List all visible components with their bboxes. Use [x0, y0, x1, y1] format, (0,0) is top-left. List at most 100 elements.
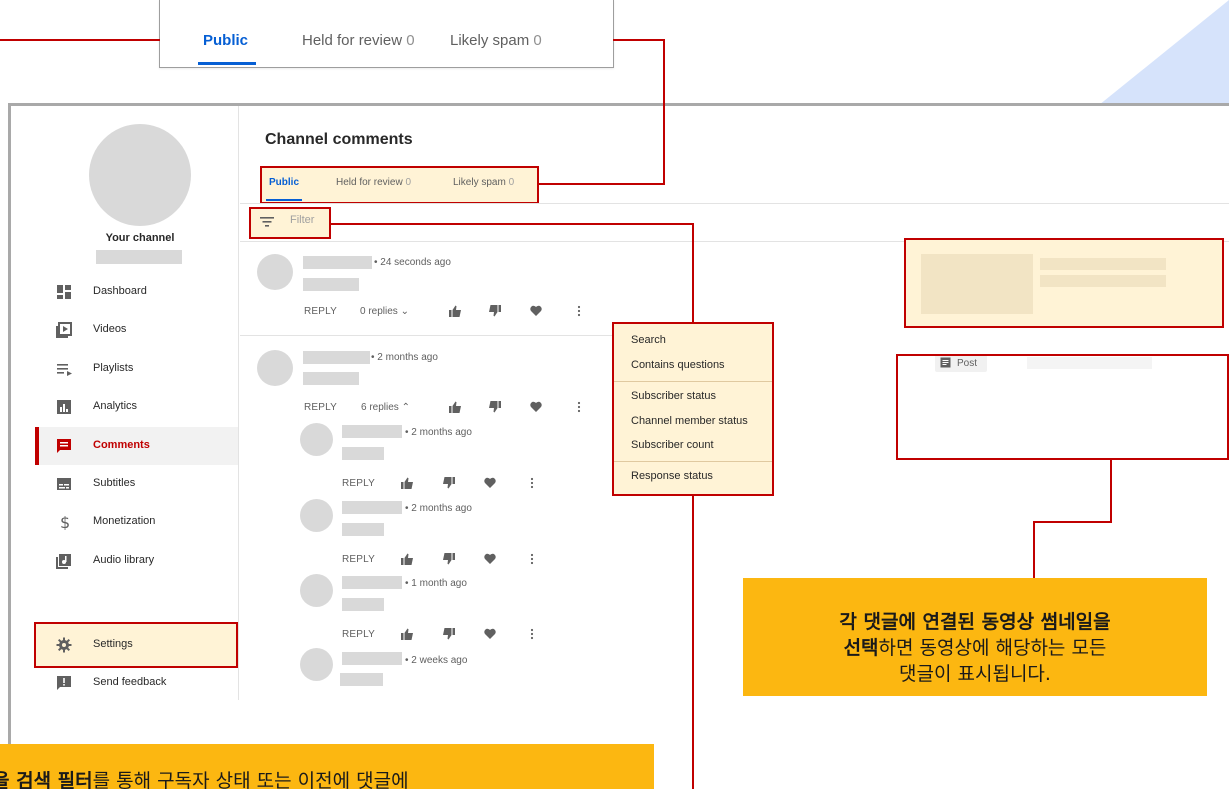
sidebar-item-subtitles[interactable]: Subtitles: [35, 465, 238, 503]
zoomed-tab-likely-spam[interactable]: Likely spam 0: [450, 32, 542, 49]
feedback-icon: [57, 676, 71, 690]
filter-icon[interactable]: [260, 216, 274, 228]
reply-button[interactable]: REPLY: [342, 629, 375, 640]
sidebar-item-settings[interactable]: Settings: [35, 626, 238, 664]
filter-option-subscriber-count[interactable]: Subscriber count: [631, 439, 714, 451]
callout-video-thumbnail: 각 댓글에 연결된 동영상 썸네일을 선택하면 동영상에 해당하는 모든 댓글이…: [743, 578, 1207, 696]
reply-name-placeholder[interactable]: [342, 576, 402, 589]
sidebar-item-label: Playlists: [93, 362, 134, 374]
reply-text-placeholder: [342, 598, 384, 611]
reply-time: • 2 weeks ago: [405, 655, 468, 666]
reply-avatar[interactable]: [300, 648, 333, 681]
gear-icon: [56, 637, 72, 653]
sidebar-item-send-feedback[interactable]: Send feedback: [35, 664, 238, 702]
more-options-icon[interactable]: [573, 401, 585, 413]
reply-name-placeholder[interactable]: [342, 425, 402, 438]
chevron-up-icon: ⌃: [401, 402, 410, 413]
menu-divider: [614, 461, 772, 462]
reply-button[interactable]: REPLY: [304, 402, 337, 413]
thumbs-down-icon[interactable]: [443, 628, 455, 640]
heart-icon[interactable]: [484, 553, 496, 565]
tab-public[interactable]: Public: [269, 177, 299, 188]
reply-button[interactable]: REPLY: [342, 554, 375, 565]
more-options-icon[interactable]: [573, 305, 585, 317]
replies-toggle[interactable]: 0 replies ⌄: [360, 306, 409, 317]
filter-option-response-status[interactable]: Response status: [631, 470, 713, 482]
sidebar-item-dashboard[interactable]: Dashboard: [35, 273, 238, 311]
reply-avatar[interactable]: [300, 499, 333, 532]
thumbs-down-icon[interactable]: [443, 477, 455, 489]
filter-option-contains-questions[interactable]: Contains questions: [631, 359, 725, 371]
thumbs-up-icon[interactable]: [401, 477, 413, 489]
thumbs-up-icon[interactable]: [449, 305, 461, 317]
thumbs-down-icon[interactable]: [443, 553, 455, 565]
replies-count: 6 replies: [361, 402, 399, 413]
chevron-down-icon: ⌄: [400, 306, 409, 317]
reply-name-placeholder[interactable]: [342, 652, 402, 665]
reply-time: • 2 months ago: [405, 503, 472, 514]
thumbs-up-icon[interactable]: [449, 401, 461, 413]
reply-text-placeholder: [340, 673, 383, 686]
zoomed-tab-public[interactable]: Public: [203, 32, 248, 49]
more-options-icon[interactable]: [526, 628, 538, 640]
thumbs-up-icon[interactable]: [401, 628, 413, 640]
sidebar-item-analytics[interactable]: Analytics: [35, 388, 238, 426]
channel-label: Your channel: [105, 232, 175, 244]
zoomed-tab-held-label: Held for review: [302, 32, 403, 49]
filter-input[interactable]: Filter: [290, 214, 314, 226]
analytics-icon: [57, 400, 71, 414]
commenter-name-placeholder[interactable]: [303, 351, 370, 364]
filter-option-channel-member-status[interactable]: Channel member status: [631, 415, 748, 427]
heart-icon[interactable]: [484, 477, 496, 489]
commenter-avatar[interactable]: [257, 254, 293, 290]
tab-held-for-review[interactable]: Held for review 0: [336, 177, 411, 188]
reply-button[interactable]: REPLY: [342, 478, 375, 489]
video-title-placeholder: [1040, 258, 1166, 270]
replies-toggle[interactable]: 6 replies ⌃: [361, 402, 410, 413]
heart-icon[interactable]: [484, 628, 496, 640]
comment-time: • 2 months ago: [371, 352, 438, 363]
reply-avatar[interactable]: [300, 574, 333, 607]
video-thumbnail-card[interactable]: [904, 238, 1224, 328]
sidebar-item-label: Videos: [93, 323, 127, 335]
reply-avatar[interactable]: [300, 423, 333, 456]
heart-icon[interactable]: [530, 305, 542, 317]
commenter-avatar[interactable]: [257, 350, 293, 386]
tab-likely-spam[interactable]: Likely spam 0: [453, 177, 514, 188]
comment-text-placeholder: [303, 278, 359, 291]
connector-line: [330, 223, 694, 225]
heart-icon[interactable]: [530, 401, 542, 413]
sidebar-item-monetization[interactable]: $ Monetization: [35, 503, 238, 541]
sidebar-item-videos[interactable]: Videos: [35, 311, 238, 349]
filter-option-subscriber-status[interactable]: Subscriber status: [631, 390, 716, 402]
sidebar-item-label: Monetization: [93, 515, 156, 527]
reply-name-placeholder[interactable]: [342, 501, 402, 514]
audio-library-icon: [56, 554, 71, 569]
video-meta-placeholder: [1040, 275, 1166, 287]
video-thumbnail[interactable]: [921, 254, 1033, 314]
comments-icon: [57, 439, 71, 453]
commenter-name-placeholder[interactable]: [303, 256, 372, 269]
svg-text:$: $: [60, 514, 70, 530]
sidebar-item-audio-library[interactable]: Audio library: [35, 542, 238, 580]
more-options-icon[interactable]: [526, 553, 538, 565]
more-options-icon[interactable]: [526, 477, 538, 489]
callout-line-2-bold: 선택: [843, 637, 879, 659]
sidebar-item-playlists[interactable]: Playlists: [35, 350, 238, 388]
sidebar-item-comments[interactable]: Comments: [35, 427, 238, 465]
zoomed-tab-spam-count: 0: [533, 32, 542, 49]
zoomed-tab-active-underline: [198, 62, 256, 65]
thumbs-up-icon[interactable]: [401, 553, 413, 565]
thumbs-down-icon[interactable]: [489, 401, 501, 413]
filter-option-search[interactable]: Search: [631, 334, 666, 346]
sidebar-item-label: Analytics: [93, 400, 138, 412]
connector-line: [0, 39, 160, 41]
reply-button[interactable]: REPLY: [304, 306, 337, 317]
connector-line: [692, 495, 694, 789]
reply-time: • 2 months ago: [405, 427, 472, 438]
zoomed-tab-held-count: 0: [406, 32, 415, 49]
thumbs-down-icon[interactable]: [489, 305, 501, 317]
callout-left-rest: 를 통해 구독자 상태 또는 이전에 댓글에: [92, 770, 409, 789]
channel-avatar[interactable]: [89, 124, 191, 226]
zoomed-tab-held-for-review[interactable]: Held for review 0: [302, 32, 415, 49]
